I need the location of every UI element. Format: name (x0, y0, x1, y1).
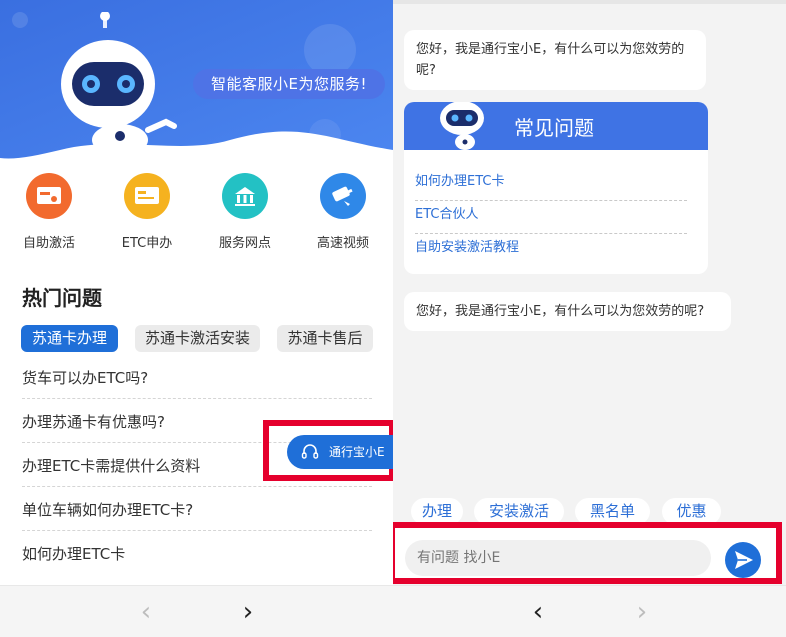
faq-card-header: 常见问题 (404, 102, 708, 150)
bottom-nav-bar: ‹ › (0, 585, 393, 637)
chip-blacklist[interactable]: 黑名单 (575, 498, 650, 525)
faq-card: 常见问题 如何办理ETC卡 ETC合伙人 自助安装激活教程 (404, 102, 708, 274)
feature-label: ETC申办 (121, 236, 173, 251)
headset-icon (301, 444, 319, 459)
tab-card-apply[interactable]: 苏通卡办理 (21, 325, 118, 352)
bot-message-bubble: 您好，我是通行宝小E，有什么可以为您效劳的呢? (404, 30, 706, 90)
feature-grid: 自助激活 ETC申办 服务网点 高速视频 (0, 170, 393, 260)
feature-label: 自助激活 (22, 236, 75, 251)
list-item[interactable]: 货车可以办ETC吗? (22, 355, 372, 399)
faq-link-list: 如何办理ETC卡 ETC合伙人 自助安装激活教程 (415, 168, 687, 267)
back-button[interactable]: ‹ (131, 597, 161, 627)
send-button[interactable] (725, 542, 761, 578)
robot-mascot-icon (440, 102, 484, 150)
customer-service-button[interactable]: 通行宝小E (287, 435, 393, 469)
highlight-box: 通行宝小E (263, 420, 393, 481)
feature-self-activation[interactable]: 自助激活 (4, 170, 94, 251)
chip-apply[interactable]: 办理 (411, 498, 463, 525)
faq-link[interactable]: ETC合伙人 (415, 201, 687, 234)
feature-highway-video[interactable]: 高速视频 (298, 170, 388, 251)
highway-video-icon (320, 173, 366, 219)
self-activation-icon (26, 173, 72, 219)
status-strip (393, 0, 786, 4)
faq-link[interactable]: 如何办理ETC卡 (415, 168, 687, 201)
forward-button[interactable]: › (627, 597, 657, 627)
hot-questions-title: 热门问题 (22, 286, 102, 310)
customer-service-label: 通行宝小E (329, 445, 385, 459)
chip-discount[interactable]: 优惠 (662, 498, 721, 525)
feature-label: 服务网点 (218, 236, 271, 251)
robot-mascot-icon (61, 12, 177, 150)
feature-label: 高速视频 (316, 236, 369, 251)
hero-banner: 智能客服小E为您服务! (0, 0, 393, 165)
tab-card-after-sales[interactable]: 苏通卡售后 (277, 325, 373, 352)
home-panel: 智能客服小E为您服务! 自助激活 ETC申办 服务网点 高速视频 热门问题 苏通… (0, 0, 393, 637)
highlight-box (393, 522, 782, 584)
chat-input[interactable] (405, 540, 711, 576)
faq-title: 常见问题 (514, 116, 594, 140)
list-item[interactable]: 单位车辆如何办理ETC卡? (22, 487, 372, 531)
back-button[interactable]: ‹ (523, 597, 553, 627)
feature-service-outlet[interactable]: 服务网点 (200, 170, 290, 251)
bottom-nav-bar: ‹ › (393, 585, 786, 637)
etc-card-icon (124, 173, 170, 219)
faq-link[interactable]: 自助安装激活教程 (415, 234, 687, 267)
forward-button[interactable]: › (233, 597, 263, 627)
list-item[interactable]: 如何办理ETC卡 (22, 531, 372, 575)
send-icon (735, 551, 753, 569)
chat-panel: 您好，我是通行宝小E，有什么可以为您效劳的呢? 常见问题 如何办理ETC卡 ET… (393, 0, 786, 637)
tab-card-activation[interactable]: 苏通卡激活安装 (135, 325, 260, 352)
feature-etc-apply[interactable]: ETC申办 (102, 170, 192, 251)
bot-message-bubble: 您好，我是通行宝小E，有什么可以为您效劳的呢? (404, 292, 731, 331)
chip-install-activate[interactable]: 安装激活 (474, 498, 564, 525)
app-screen: 智能客服小E为您服务! 自助激活 ETC申办 服务网点 高速视频 热门问题 苏通… (0, 0, 786, 637)
hero-greeting-bubble: 智能客服小E为您服务! (193, 69, 385, 99)
service-outlet-icon (222, 173, 268, 219)
